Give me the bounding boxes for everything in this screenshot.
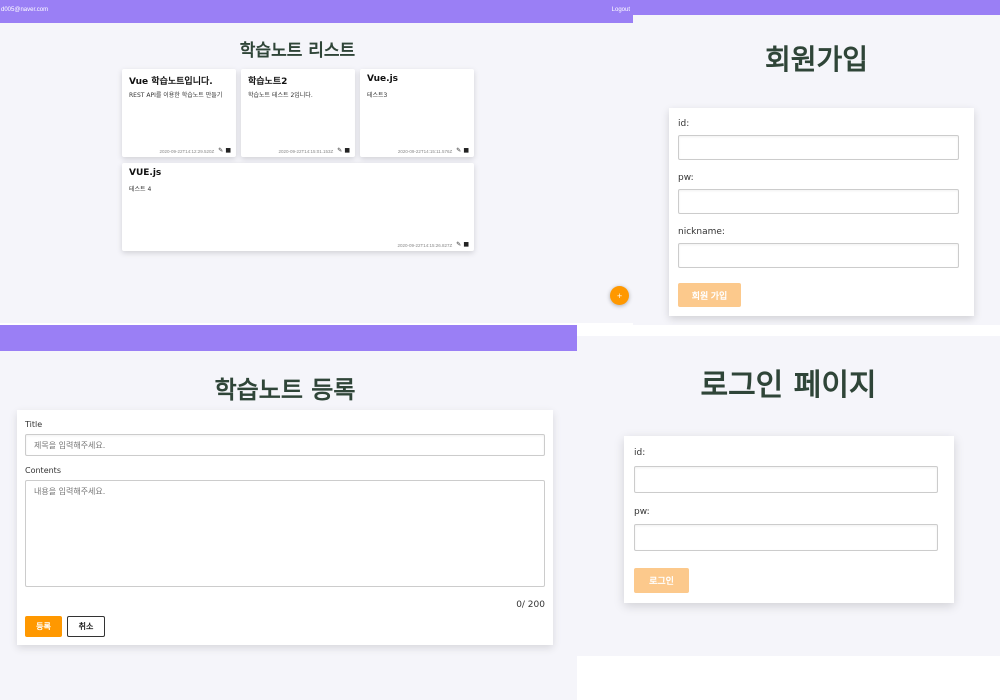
- login-button[interactable]: 로그인: [634, 568, 689, 593]
- delete-icon[interactable]: ■: [344, 148, 350, 154]
- pw-label: pw:: [634, 507, 650, 517]
- note-date: 2020-09-22T14:12:29.520Z: [159, 148, 215, 154]
- plus-icon: +: [616, 291, 623, 300]
- note-card[interactable]: Vue 학습노트입니다. REST API를 이용한 학습노트 만들기 2020…: [122, 69, 236, 157]
- page-title: 학습노트 리스트: [239, 41, 356, 61]
- id-label: id:: [678, 119, 690, 129]
- note-footer: 2020-09-22T14:12:29.520Z ✎ ■: [160, 148, 232, 154]
- note-title: VUE.js: [129, 168, 162, 178]
- app-header: [0, 325, 577, 351]
- note-content: 테스트 4: [129, 186, 152, 193]
- nickname-label: nickname:: [678, 227, 725, 237]
- edit-icon[interactable]: ✎: [337, 148, 342, 154]
- title-label: Title: [25, 420, 43, 429]
- app-header: d005@naver.com Logout: [0, 0, 633, 23]
- page-title: 로그인 페이지: [700, 368, 877, 403]
- note-date: 2020-09-22T14:15:26.827Z: [397, 242, 453, 248]
- edit-icon[interactable]: ✎: [218, 148, 223, 154]
- register-form: id: pw: nickname: 회원 가입: [669, 108, 974, 316]
- page-title: 회원가입: [764, 43, 869, 76]
- note-footer: 2020-09-22T14:15:26.827Z ✎ ■: [398, 242, 470, 248]
- note-footer: 2020-09-22T14:15:11.576Z ✎ ■: [398, 148, 469, 154]
- character-counter: 0/ 200: [516, 600, 545, 610]
- register-panel: 회원가입 id: pw: nickname: 회원 가입: [633, 0, 1000, 325]
- contents-label: Contents: [25, 466, 61, 475]
- delete-icon[interactable]: ■: [463, 148, 469, 154]
- login-panel: 로그인 페이지 id: pw: 로그인: [577, 336, 1000, 656]
- note-card[interactable]: 학습노트2 학습노트 테스트 2입니다. 2020-09-22T14:15:01…: [241, 69, 355, 157]
- nickname-input[interactable]: [678, 243, 959, 268]
- edit-icon[interactable]: ✎: [456, 242, 461, 248]
- edit-icon[interactable]: ✎: [456, 148, 461, 154]
- note-content: REST API를 이용한 학습노트 만들기: [129, 92, 223, 99]
- page-title: 학습노트 등록: [214, 376, 356, 404]
- delete-icon[interactable]: ■: [225, 148, 231, 154]
- logout-link[interactable]: Logout: [612, 7, 630, 13]
- id-label: id:: [634, 448, 646, 458]
- pw-input[interactable]: [634, 524, 938, 551]
- id-input[interactable]: [634, 466, 938, 493]
- delete-icon[interactable]: ■: [463, 242, 469, 248]
- note-title: Vue.js: [367, 74, 399, 84]
- app-header: [633, 0, 1000, 15]
- add-note-button[interactable]: +: [610, 286, 629, 305]
- pw-label: pw:: [678, 173, 694, 183]
- cancel-button[interactable]: 취소: [67, 616, 105, 637]
- note-content: 테스트3: [367, 92, 388, 99]
- id-input[interactable]: [678, 135, 959, 160]
- note-card[interactable]: VUE.js 테스트 4 2020-09-22T14:15:26.827Z ✎ …: [122, 163, 474, 251]
- note-title: Vue 학습노트입니다.: [129, 77, 213, 87]
- contents-textarea[interactable]: [25, 480, 545, 587]
- register-button[interactable]: 회원 가입: [678, 283, 741, 307]
- title-input[interactable]: [25, 434, 545, 456]
- note-date: 2020-09-22T14:15:01.153Z: [278, 148, 334, 154]
- user-email: d005@naver.com: [1, 7, 49, 13]
- note-create-form: Title Contents 0/ 200 등록 취소: [17, 410, 553, 645]
- login-form: id: pw: 로그인: [624, 436, 954, 603]
- note-date: 2020-09-22T14:15:11.576Z: [397, 148, 453, 154]
- pw-input[interactable]: [678, 189, 959, 214]
- note-footer: 2020-09-22T14:15:01.153Z ✎ ■: [279, 148, 351, 154]
- submit-button[interactable]: 등록: [25, 616, 62, 637]
- note-content: 학습노트 테스트 2입니다.: [248, 92, 313, 99]
- note-create-panel: 학습노트 등록 Title Contents 0/ 200 등록 취소: [0, 325, 577, 700]
- note-title: 학습노트2: [248, 77, 288, 87]
- note-list-panel: d005@naver.com Logout 학습노트 리스트 Vue 학습노트입…: [0, 0, 633, 323]
- note-card[interactable]: Vue.js 테스트3 2020-09-22T14:15:11.576Z ✎ ■: [360, 69, 474, 157]
